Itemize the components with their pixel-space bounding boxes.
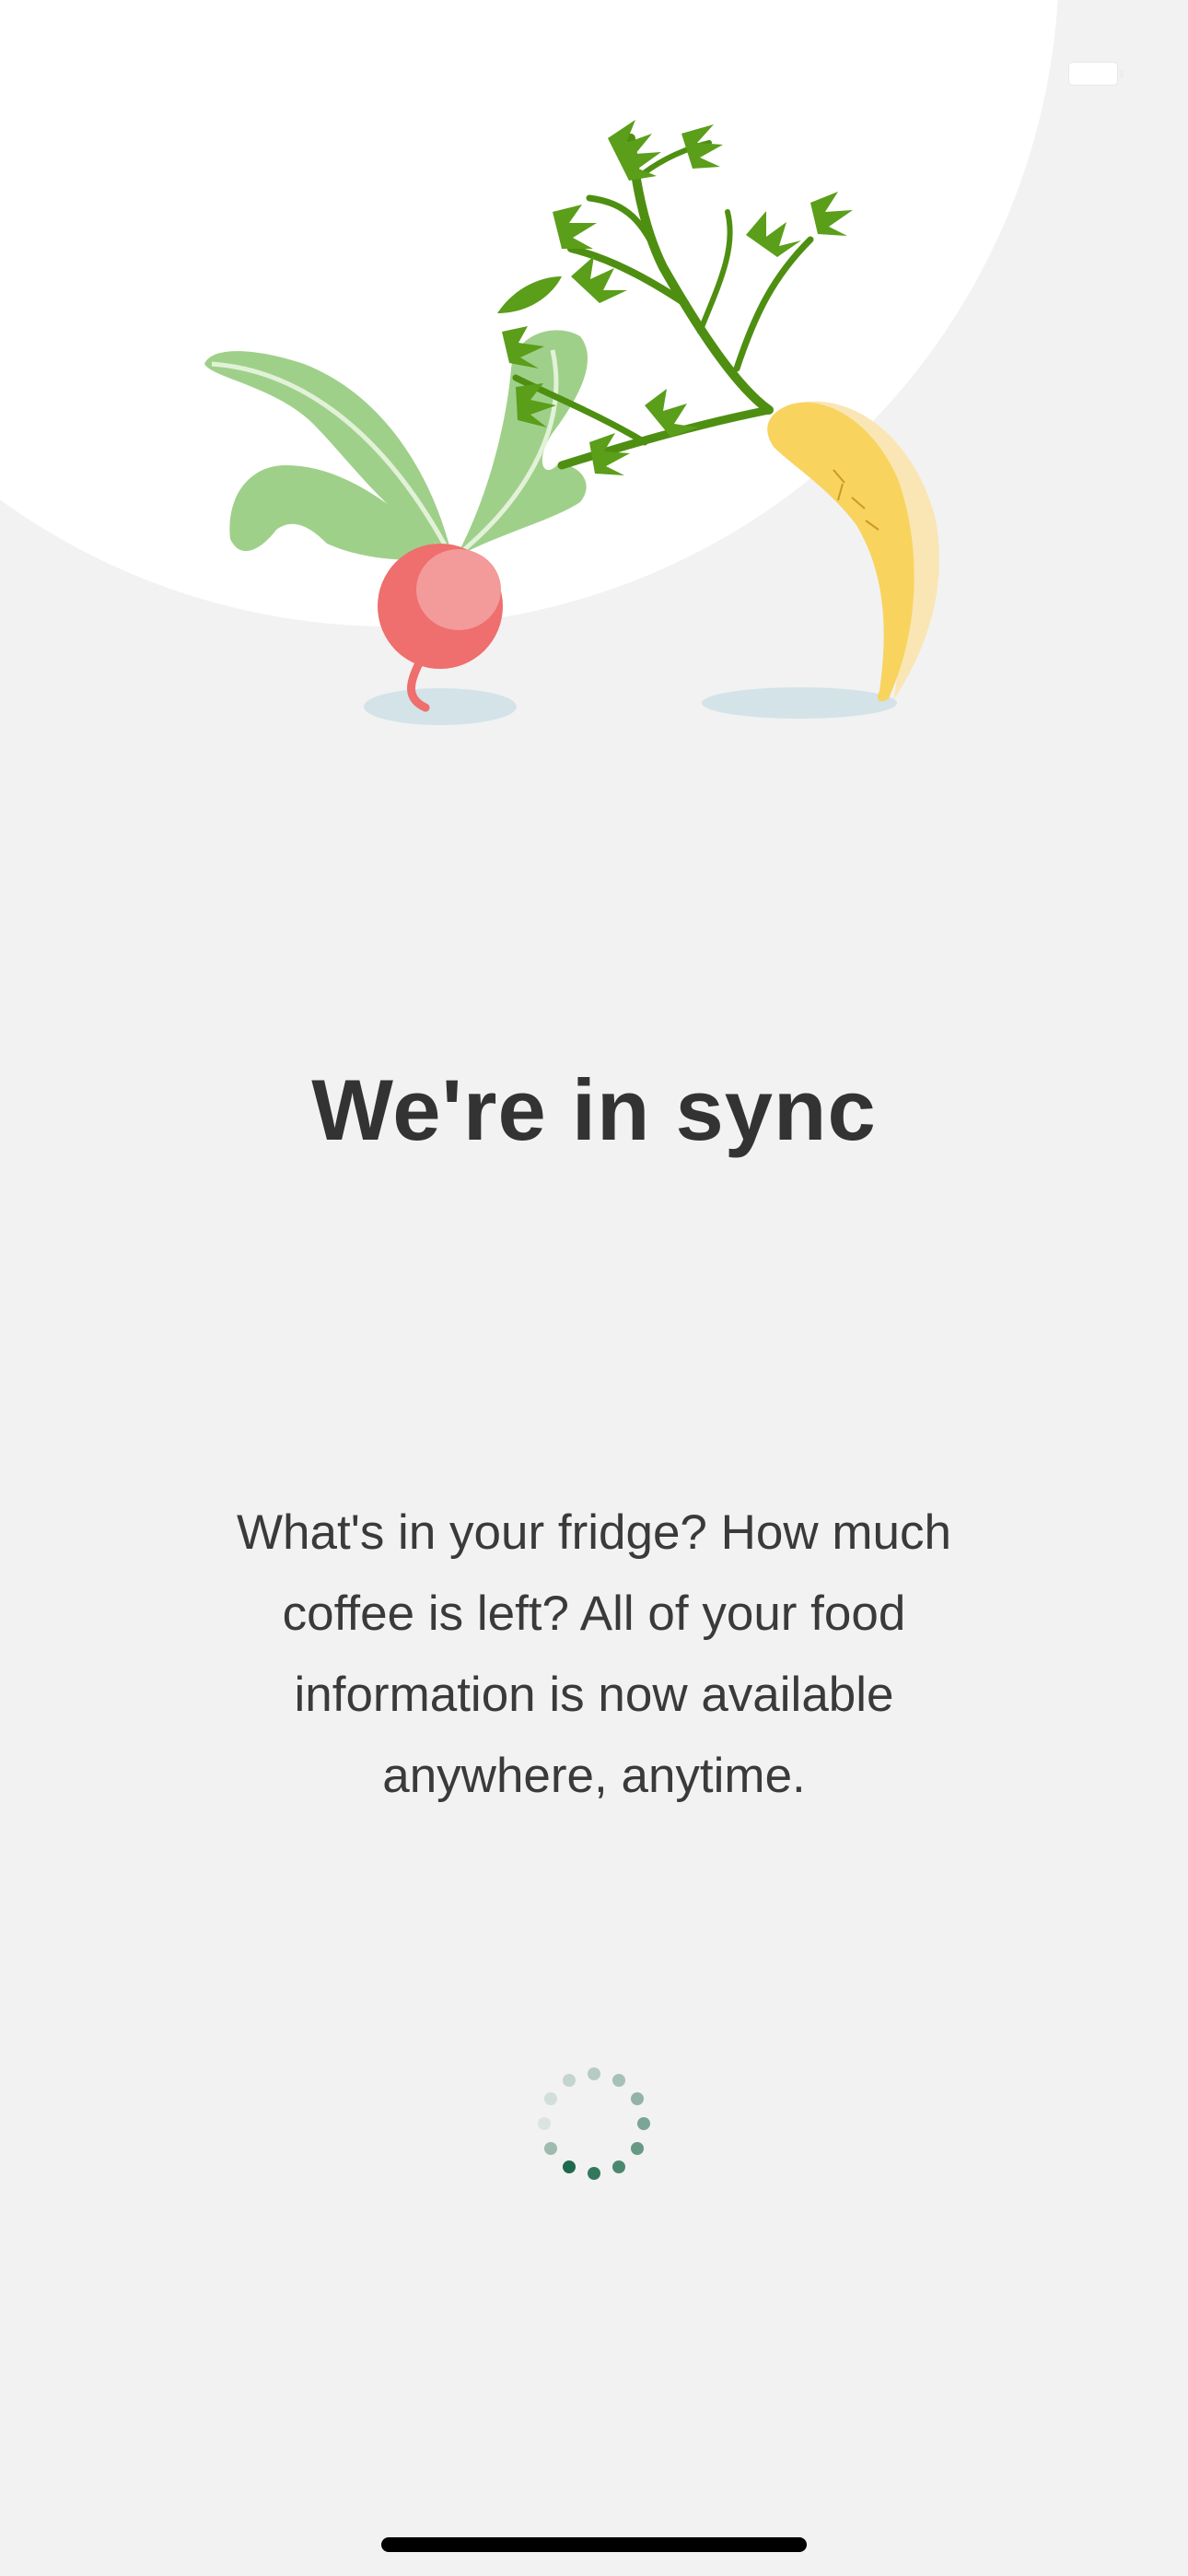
- description-text: What's in your fridge? How much coffee i…: [237, 1505, 951, 1803]
- sync-screen: We're in sync What's in your fridge? How…: [0, 0, 1188, 2576]
- vegetables-illustration: [204, 120, 939, 725]
- radish-shadow: [364, 688, 517, 725]
- page-title: We're in sync: [311, 1061, 877, 1158]
- carrot: [767, 401, 939, 702]
- loading-spinner-icon: [538, 2067, 650, 2180]
- home-indicator[interactable]: [381, 2537, 807, 2552]
- radish: [378, 544, 503, 712]
- carrot-shadow: [702, 687, 897, 719]
